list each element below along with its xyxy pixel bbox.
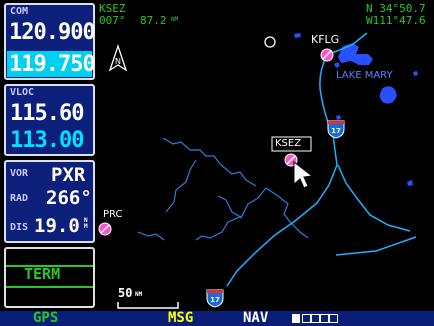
lake-water-2 xyxy=(334,62,340,68)
com-panel[interactable]: COM 120.900 119.750 xyxy=(4,3,96,80)
page-indicator-box-3 xyxy=(311,314,320,323)
map-distance-unit: NM xyxy=(171,16,179,23)
page-indicator-box-5 xyxy=(329,314,338,323)
interstate-shield-17-north: 17 xyxy=(327,120,345,139)
dis-unit: N M xyxy=(84,217,88,230)
msg-annunciator[interactable]: MSG xyxy=(168,310,193,326)
nav-annunciator: NAV xyxy=(243,310,269,326)
map-scale-bar xyxy=(117,302,179,309)
airspace-circle xyxy=(264,36,276,48)
lake-water-3 xyxy=(413,71,418,76)
map-scale-unit: NM xyxy=(135,291,143,298)
cdi-lower-box xyxy=(6,286,93,308)
moving-map[interactable]: 17 17 N xyxy=(98,0,434,311)
page-indicator xyxy=(292,314,338,323)
map-pointer-icon xyxy=(293,160,314,189)
dis-value: 19.0 xyxy=(34,215,80,237)
com-active-frequency: 120.900 xyxy=(9,20,96,45)
com-label: COM xyxy=(10,6,29,17)
cdi-panel: TERM xyxy=(4,247,95,308)
term-label: TERM xyxy=(24,265,61,283)
lake-water-4 xyxy=(336,115,341,120)
label-lake-mary: LAKE MARY xyxy=(336,70,393,81)
lake-water-6 xyxy=(294,33,301,38)
vloc-active-frequency: 115.60 xyxy=(10,101,84,126)
vloc-label: VLOC xyxy=(10,87,35,98)
lake-water-1 xyxy=(379,86,397,104)
vor-label: VOR xyxy=(10,168,29,179)
page-indicator-box-2 xyxy=(302,314,311,323)
vloc-standby-frequency[interactable]: 113.00 xyxy=(10,128,84,153)
rad-value: 266° xyxy=(46,187,92,209)
vor-panel: VOR PXR RAD 266° DIS 19.0 N M xyxy=(4,160,95,243)
vor-ident: PXR xyxy=(51,164,86,186)
interstate-shield-17-south: 17 xyxy=(206,289,224,308)
label-ksez[interactable]: KSEZ xyxy=(275,138,301,149)
lake-mary-water xyxy=(338,43,373,65)
gns-display: COM 120.900 119.750 VLOC 115.60 113.00 V… xyxy=(0,0,434,326)
status-bar: GPS MSG NAV xyxy=(0,310,434,326)
svg-text:N: N xyxy=(115,57,121,66)
map-scale-value: 50 xyxy=(118,286,133,300)
gps-annunciator: GPS xyxy=(33,310,59,326)
page-indicator-box-4 xyxy=(320,314,329,323)
svg-text:17: 17 xyxy=(210,296,220,304)
dis-label: DIS xyxy=(10,222,29,233)
page-indicator-active xyxy=(292,314,300,323)
vloc-panel[interactable]: VLOC 115.60 113.00 xyxy=(4,84,95,156)
label-prc: PRC xyxy=(103,209,123,220)
rad-label: RAD xyxy=(10,193,29,204)
svg-text:17: 17 xyxy=(331,127,341,135)
com-standby-frequency[interactable]: 119.750 xyxy=(9,52,96,77)
map-bearing: 007° xyxy=(99,14,126,27)
rivers xyxy=(137,137,309,241)
lake-water-5 xyxy=(407,180,413,186)
label-kflg: KFLG xyxy=(311,33,340,46)
north-arrow-icon: N xyxy=(108,43,128,72)
map-longitude: W111°47.6 xyxy=(366,14,426,27)
map-distance: 87.2 xyxy=(140,14,167,27)
